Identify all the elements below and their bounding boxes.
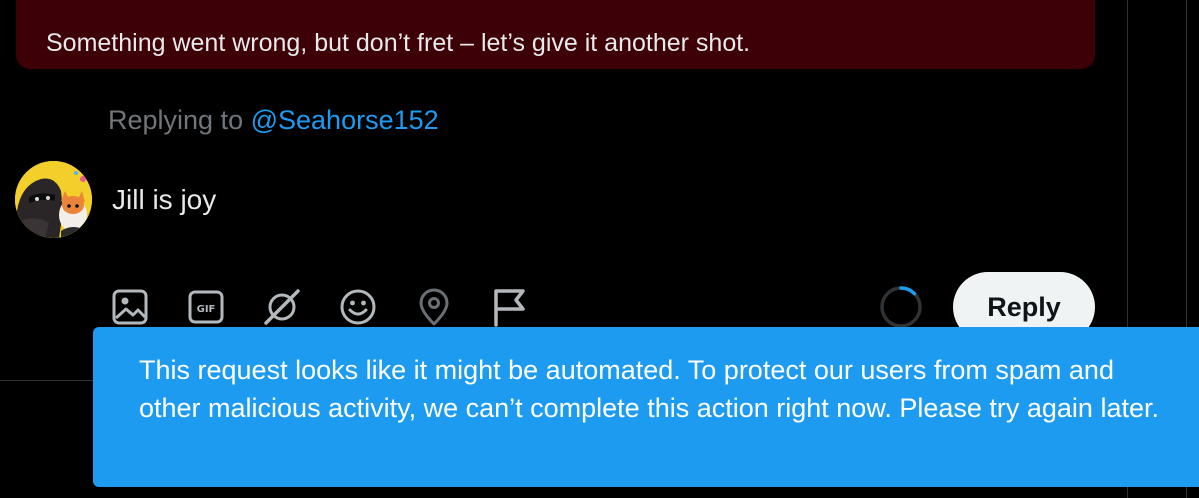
- avatar[interactable]: [15, 161, 92, 238]
- emoji-icon[interactable]: [338, 287, 378, 327]
- replying-to-handle[interactable]: @Seahorse152: [251, 105, 439, 135]
- toast-message: This request looks like it might be auto…: [139, 355, 1159, 423]
- reply-text[interactable]: Jill is joy: [112, 183, 216, 217]
- replying-to-label: Replying to: [108, 105, 244, 135]
- location-icon[interactable]: [414, 287, 454, 327]
- flag-icon[interactable]: [490, 287, 530, 327]
- progress-ring-icon: [879, 285, 923, 329]
- reply-composer-screen: Something went wrong, but don’t fret – l…: [0, 0, 1199, 498]
- error-message: Something went wrong, but don’t fret – l…: [46, 29, 751, 57]
- grok-icon[interactable]: [262, 287, 302, 327]
- replying-to: Replying to @Seahorse152: [108, 104, 439, 136]
- gif-icon[interactable]: GIF: [186, 287, 226, 327]
- gif-icon-label: GIF: [197, 304, 216, 315]
- error-banner: Something went wrong, but don’t fret – l…: [16, 0, 1095, 69]
- media-icon[interactable]: [110, 287, 150, 327]
- automation-warning-toast: This request looks like it might be auto…: [93, 327, 1199, 487]
